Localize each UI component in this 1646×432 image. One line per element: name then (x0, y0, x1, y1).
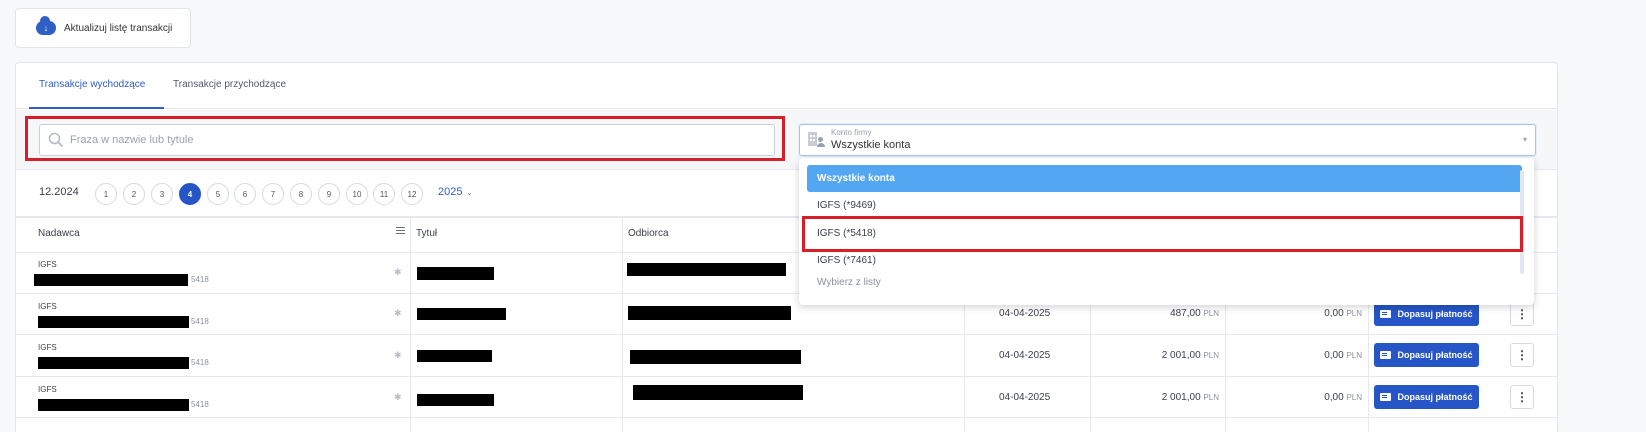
search-input[interactable] (70, 134, 750, 146)
active-tab-indicator (29, 107, 164, 109)
paid-cell: 0,00 PLN (1324, 308, 1362, 319)
current-period: 12.2024 (39, 186, 79, 198)
column-header-title: Tytuł (416, 228, 438, 239)
chevron-down-icon: ▾ (1522, 135, 1527, 144)
month-button-active[interactable]: 4 (179, 183, 201, 205)
company-account-value: Wszystkie konta (831, 139, 911, 151)
ticket-icon (1380, 310, 1392, 318)
company-account-select[interactable]: Konto firmy Wszystkie konta ▾ (799, 124, 1536, 156)
month-button[interactable]: 11 (373, 183, 395, 205)
tab-incoming[interactable]: Transakcje przychodzące (173, 79, 286, 90)
dropdown-hint: Wybierz z listy (817, 277, 881, 288)
search-field[interactable] (39, 124, 775, 156)
bug-icon: ✱ (394, 308, 402, 318)
bug-icon: ✱ (394, 350, 402, 360)
dropdown-option-5418[interactable]: IGFS (*5418) (807, 220, 1522, 247)
tab-outgoing[interactable]: Transakcje wychodzące (39, 79, 145, 90)
month-button[interactable]: 10 (346, 183, 368, 205)
ticket-icon (1380, 351, 1392, 359)
sender-account: 5418 (191, 400, 209, 409)
sender-account: 5418 (191, 317, 209, 326)
bug-icon: ✱ (394, 267, 402, 277)
update-transactions-button[interactable]: ↓ Aktualizuj listę transakcji (15, 8, 191, 48)
company-account-label: Konto firmy (831, 128, 872, 137)
date-cell: 04-04-2025 (999, 392, 1051, 403)
company-account-icon (808, 132, 825, 148)
update-transactions-label: Aktualizuj listę transakcji (64, 22, 173, 34)
paid-cell: 0,00 PLN (1324, 350, 1362, 361)
amount-cell: 487,00 PLN (1170, 308, 1219, 319)
match-payment-button[interactable]: Dopasuj płatność (1374, 385, 1479, 409)
sender-name: IGFS (38, 260, 57, 269)
dropdown-option-all-accounts[interactable]: Wszystkie konta (807, 165, 1522, 192)
amount-cell: 2 001,00 PLN (1161, 350, 1219, 361)
date-cell: 04-04-2025 (999, 350, 1051, 361)
month-button[interactable]: 12 (401, 183, 423, 205)
dropdown-scrollbar[interactable] (1520, 170, 1524, 274)
account-dropdown: Wszystkie konta IGFS (*9469) IGFS (*5418… (799, 158, 1534, 305)
year-select[interactable]: 2025 ⌄ (438, 186, 472, 198)
chevron-down-icon: ⌄ (466, 190, 473, 197)
bug-icon: ✱ (394, 392, 402, 402)
sender-account: 5418 (191, 358, 209, 367)
list-icon[interactable] (396, 227, 405, 236)
year-value: 2025 (438, 186, 463, 198)
cloud-download-icon: ↓ (36, 16, 56, 35)
column-header-sender: Nadawca (38, 228, 80, 239)
search-icon (48, 132, 64, 148)
more-options-button[interactable]: ⋮ (1510, 302, 1534, 326)
more-options-button[interactable]: ⋮ (1510, 343, 1534, 367)
month-button[interactable]: 8 (290, 183, 312, 205)
match-payment-button[interactable]: Dopasuj płatność (1374, 302, 1479, 326)
date-cell: 04-04-2025 (999, 308, 1051, 319)
tabs-bar: Transakcje wychodzące Transakcje przycho… (16, 63, 1557, 109)
month-button[interactable]: 7 (262, 183, 284, 205)
amount-cell: 2 001,00 PLN (1161, 392, 1219, 403)
sender-name: IGFS (38, 302, 57, 311)
month-button[interactable]: 5 (207, 183, 229, 205)
paid-cell: 0,00 PLN (1324, 392, 1362, 403)
month-button[interactable]: 1 (95, 183, 117, 205)
month-button[interactable]: 3 (151, 183, 173, 205)
sender-account: 5418 (191, 275, 209, 284)
column-header-recipient: Odbiorca (628, 228, 669, 239)
sender-name: IGFS (38, 343, 57, 352)
sender-name: IGFS (38, 385, 57, 394)
month-button[interactable]: 6 (234, 183, 256, 205)
dropdown-option-9469[interactable]: IGFS (*9469) (807, 192, 1522, 219)
more-options-button[interactable]: ⋮ (1510, 385, 1534, 409)
ticket-icon (1380, 393, 1392, 401)
dropdown-option-7461[interactable]: IGFS (*7461) (807, 247, 1522, 274)
month-button[interactable]: 9 (318, 183, 340, 205)
match-payment-button[interactable]: Dopasuj płatność (1374, 343, 1479, 367)
month-button[interactable]: 2 (123, 183, 145, 205)
